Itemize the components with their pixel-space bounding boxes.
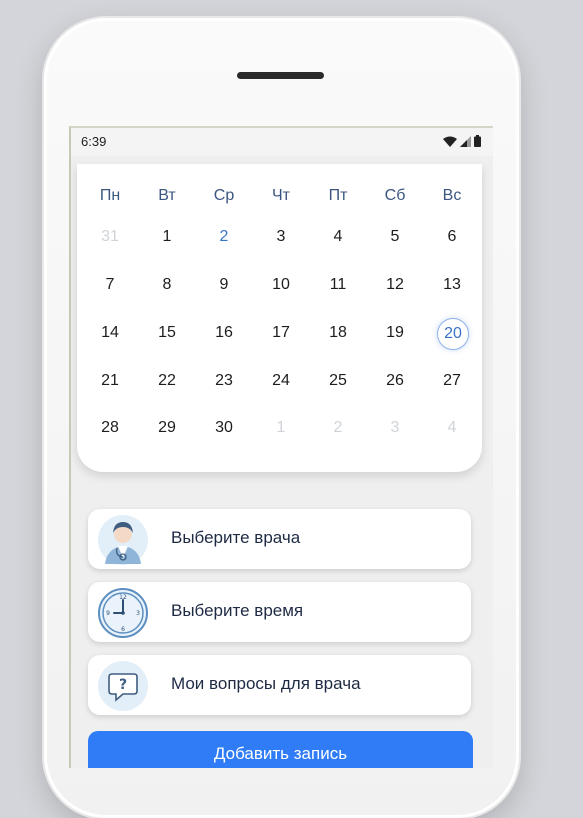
calendar-day: 1 bbox=[276, 419, 286, 436]
calendar-day[interactable]: 30 bbox=[204, 413, 244, 443]
calendar-day[interactable]: 8 bbox=[147, 270, 187, 300]
calendar-day[interactable]: 19 bbox=[375, 318, 415, 348]
calendar-day[interactable]: 21 bbox=[90, 366, 130, 396]
calendar-day[interactable]: 24 bbox=[261, 366, 301, 396]
calendar-day[interactable]: 7 bbox=[90, 270, 130, 300]
calendar-day: 31 bbox=[101, 228, 119, 245]
phone-speaker bbox=[237, 72, 324, 79]
calendar-day[interactable]: 29 bbox=[147, 413, 187, 443]
calendar-day[interactable]: 12 bbox=[375, 270, 415, 300]
doctor-questions-button[interactable]: ? Мои вопросы для врача bbox=[88, 655, 471, 715]
calendar-week-row: 7 8 9 10 11 12 13 bbox=[77, 270, 482, 300]
calendar-day[interactable]: 6 bbox=[432, 222, 472, 252]
app-screen: 6:39 Пн Вт Ср Чт Пт Сб Вс 31 1 2 3 4 5 6 7 8 9 10 1 bbox=[69, 126, 493, 768]
calendar: Пн Вт Ср Чт Пт Сб Вс 31 1 2 3 4 5 6 7 8 9 10 11 12 13… bbox=[77, 164, 482, 472]
calendar-day[interactable]: 5 bbox=[375, 222, 415, 252]
calendar-day[interactable]: 3 bbox=[261, 222, 301, 252]
calendar-day[interactable]: 9 bbox=[204, 270, 244, 300]
select-time-label: Выберите время bbox=[171, 601, 304, 620]
weekday-header: Пн Вт Ср Чт Пт Сб Вс bbox=[77, 181, 482, 211]
calendar-day[interactable]: 14 bbox=[90, 318, 130, 348]
calendar-day[interactable]: 18 bbox=[318, 318, 358, 348]
calendar-week-row: 21 22 23 24 25 26 27 bbox=[77, 366, 482, 396]
calendar-day[interactable]: 2 bbox=[204, 222, 244, 252]
calendar-day[interactable]: 10 bbox=[261, 270, 301, 300]
status-bar: 6:39 bbox=[71, 128, 493, 156]
weekday-label: Пт bbox=[328, 187, 348, 204]
status-icons bbox=[443, 135, 481, 147]
select-time-button[interactable]: 12 3 6 9 Выберите время bbox=[88, 582, 471, 642]
calendar-day[interactable]: 17 bbox=[261, 318, 301, 348]
calendar-day[interactable]: 15 bbox=[147, 318, 187, 348]
select-doctor-button[interactable]: Выберите врача bbox=[88, 509, 471, 569]
weekday-label: Вт bbox=[158, 187, 176, 204]
calendar-day[interactable]: 16 bbox=[204, 318, 244, 348]
calendar-day: 4 bbox=[447, 419, 457, 436]
calendar-week-row: 28 29 30 1 2 3 4 bbox=[77, 413, 482, 443]
doctor-icon bbox=[98, 515, 148, 565]
calendar-day[interactable]: 28 bbox=[90, 413, 130, 443]
calendar-day[interactable]: 22 bbox=[147, 366, 187, 396]
status-time: 6:39 bbox=[81, 134, 107, 149]
weekday-label: Чт bbox=[272, 187, 290, 204]
calendar-week-row: 31 1 2 3 4 5 6 bbox=[77, 222, 482, 252]
calendar-week-row: 14 15 16 17 18 19 20 bbox=[77, 318, 482, 350]
doctor-questions-label: Мои вопросы для врача bbox=[171, 674, 361, 693]
calendar-day: 3 bbox=[390, 419, 400, 436]
svg-text:?: ? bbox=[119, 677, 127, 693]
calendar-day[interactable]: 11 bbox=[318, 270, 358, 300]
weekday-label: Ср bbox=[213, 187, 235, 204]
calendar-day: 2 bbox=[333, 419, 343, 436]
calendar-day[interactable]: 4 bbox=[318, 222, 358, 252]
weekday-label: Вс bbox=[442, 187, 462, 204]
select-doctor-label: Выберите врача bbox=[171, 528, 301, 547]
calendar-day[interactable]: 27 bbox=[432, 366, 472, 396]
calendar-day[interactable]: 26 bbox=[375, 366, 415, 396]
add-appointment-button[interactable]: Добавить запись bbox=[88, 731, 473, 768]
calendar-day[interactable]: 13 bbox=[432, 270, 472, 300]
calendar-day[interactable]: 23 bbox=[204, 366, 244, 396]
signal-icon bbox=[460, 136, 471, 147]
clock-icon: 12 3 6 9 bbox=[98, 588, 148, 638]
weekday-label: Пн bbox=[99, 187, 121, 204]
svg-text:3: 3 bbox=[136, 610, 140, 617]
calendar-day[interactable]: 1 bbox=[147, 222, 187, 252]
question-bubble-icon: ? bbox=[98, 661, 148, 711]
selected-day-marker: 20 bbox=[437, 318, 469, 350]
wifi-icon bbox=[443, 136, 457, 147]
battery-icon bbox=[474, 135, 481, 147]
svg-text:9: 9 bbox=[106, 610, 110, 617]
calendar-day[interactable]: 25 bbox=[318, 366, 358, 396]
svg-text:6: 6 bbox=[121, 626, 125, 633]
weekday-label: Сб bbox=[384, 187, 406, 204]
